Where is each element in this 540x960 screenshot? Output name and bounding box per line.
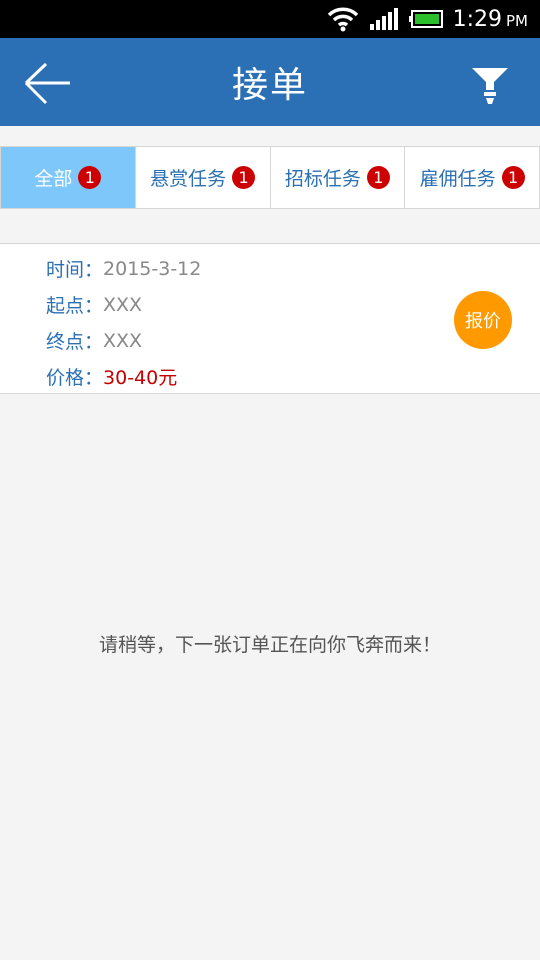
tab-label: 全部 [34,168,73,190]
clock: 1:29 PM [453,7,528,32]
order-start-value: XXX [103,293,143,316]
count-badge: 1 [232,166,256,189]
order-time-label: 时间： [46,259,104,281]
back-arrow-icon[interactable] [22,60,72,106]
tab-label: 悬赏任务 [150,168,227,190]
count-badge: 1 [501,166,525,189]
order-card[interactable]: 时间： 2015-3-12 起点： XXX 终点： XXX 价格： 30-40元… [0,243,540,394]
clock-time: 1:29 [452,6,502,32]
status-bar: 1:29 PM [0,0,540,38]
signal-icon [369,8,398,30]
battery-icon [408,10,443,28]
order-time-value: 2015-3-12 [103,257,202,280]
order-price-label: 价格： [46,367,104,389]
order-time-row: 时间： 2015-3-12 [46,255,201,282]
order-start-row: 起点： XXX [46,291,142,318]
order-price-value: 30-40元 [103,367,178,389]
page-title: 接单 [231,65,308,106]
waiting-message: 请稍等，下一张订单正在向你飞奔而来！ [98,634,441,656]
count-badge: 1 [78,166,102,189]
tab-hire-tasks[interactable]: 雇佣任务 1 [405,147,539,208]
order-price-row: 价格： 30-40元 [46,363,177,390]
tab-all[interactable]: 全部 1 [1,147,136,208]
wifi-icon [327,7,358,32]
tab-bidding-tasks[interactable]: 招标任务 1 [271,147,406,208]
order-start-label: 起点： [46,295,104,317]
order-end-label: 终点： [46,331,104,353]
order-end-value: XXX [103,329,143,352]
tab-label: 招标任务 [284,168,361,190]
task-tabs: 全部 1 悬赏任务 1 招标任务 1 雇佣任务 1 [0,146,540,209]
quote-button[interactable]: 报价 [454,291,512,349]
clock-ampm: PM [506,11,528,30]
app-header: 接单 [0,38,540,126]
tab-label: 雇佣任务 [419,168,496,190]
order-end-row: 终点： XXX [46,327,142,354]
count-badge: 1 [366,166,390,189]
tab-reward-tasks[interactable]: 悬赏任务 1 [136,147,271,208]
filter-icon[interactable] [470,64,510,106]
